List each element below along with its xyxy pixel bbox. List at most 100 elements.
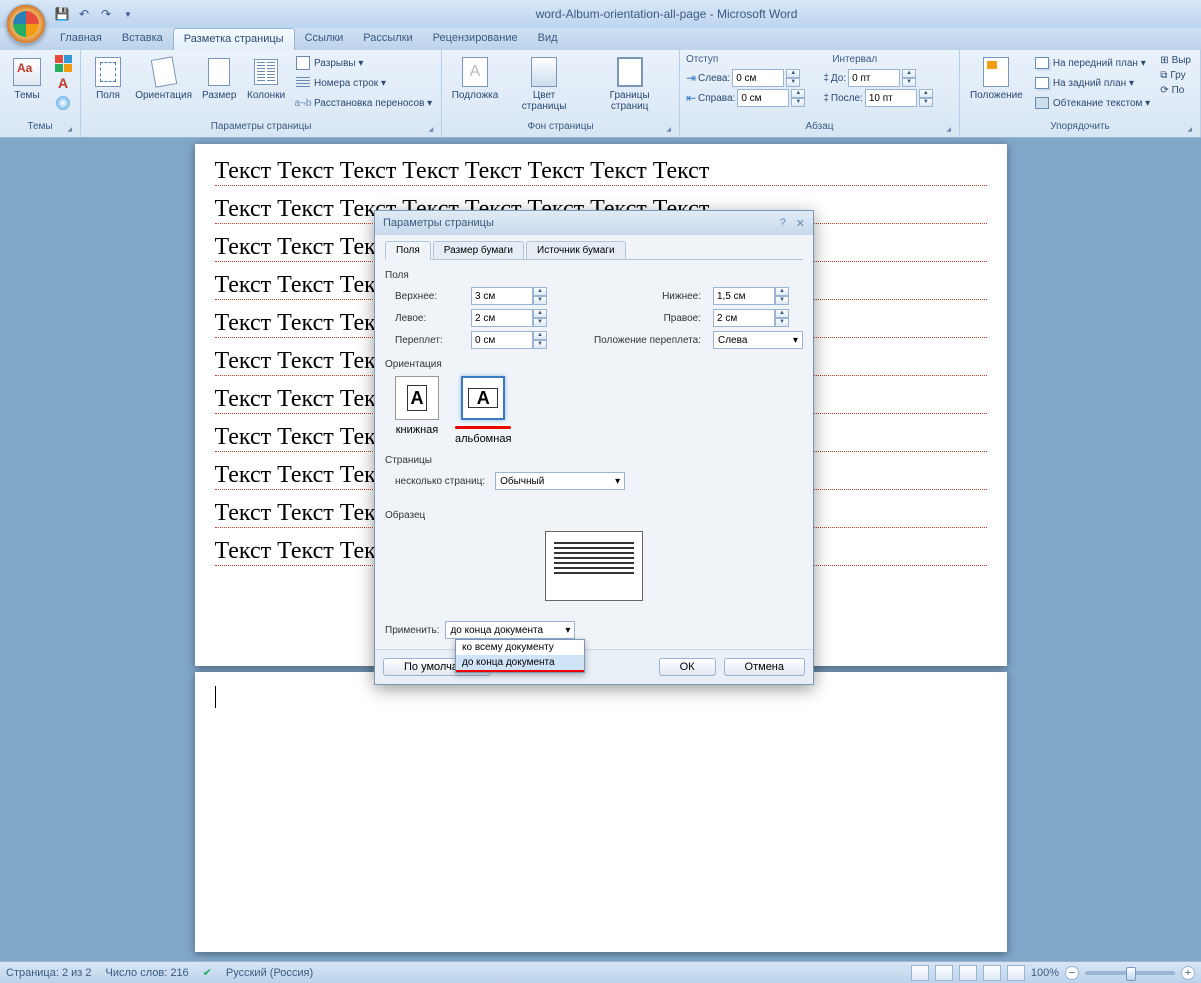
indent-left-input[interactable] [732, 69, 784, 87]
dlg-tab-margins[interactable]: Поля [385, 241, 431, 260]
status-page[interactable]: Страница: 2 из 2 [6, 967, 92, 979]
page-color-button[interactable]: Цвет страницы [506, 54, 582, 114]
apply-option-whole-doc[interactable]: ко всему документу [456, 640, 584, 655]
orientation-button[interactable]: Ориентация [133, 54, 194, 103]
orientation-portrait[interactable]: A книжная [395, 376, 439, 445]
tab-mailings[interactable]: Рассылки [353, 28, 422, 50]
tab-insert[interactable]: Вставка [112, 28, 173, 50]
indent-right-input[interactable] [737, 89, 789, 107]
ok-button[interactable]: ОК [659, 658, 716, 676]
redo-icon[interactable]: ↷ [98, 6, 114, 22]
margin-left-input[interactable] [471, 309, 533, 327]
spinner-up[interactable]: ▲ [533, 331, 547, 340]
dlg-tab-paper[interactable]: Размер бумаги [433, 241, 524, 259]
spinner-down[interactable]: ▼ [775, 318, 789, 327]
spinner-up[interactable]: ▲ [533, 287, 547, 296]
office-button[interactable] [6, 4, 46, 44]
theme-colors-button[interactable] [52, 54, 74, 72]
tab-review[interactable]: Рецензирование [423, 28, 528, 50]
text-line[interactable]: Текст Текст Текст Текст Текст Текст Текс… [215, 158, 987, 186]
zoom-in-button[interactable]: + [1181, 966, 1195, 980]
indent-right-icon: ⇤ [686, 91, 696, 105]
zoom-slider[interactable] [1085, 971, 1175, 975]
columns-button[interactable]: Колонки [244, 54, 288, 103]
undo-icon[interactable]: ↶ [76, 6, 92, 22]
theme-effects-button[interactable] [52, 94, 74, 112]
status-language[interactable]: Русский (Россия) [226, 967, 313, 979]
view-outline[interactable] [983, 965, 1001, 981]
spinner-up[interactable]: ▲ [775, 309, 789, 318]
line-numbers-button[interactable]: Номера строк ▾ [292, 74, 435, 92]
position-button[interactable]: Положение [966, 54, 1027, 103]
align-button[interactable]: ⊞ Выр [1157, 54, 1194, 67]
group-label-paragraph: Абзац [686, 119, 953, 135]
space-before-input[interactable] [848, 69, 900, 87]
watermark-button[interactable]: AПодложка [448, 54, 502, 103]
statusbar: Страница: 2 из 2 Число слов: 216 ✔ Русск… [0, 961, 1201, 983]
close-icon[interactable]: ✕ [796, 217, 805, 230]
gutter-position-select[interactable]: Слева▾ [713, 331, 803, 349]
chevron-down-icon: ▾ [615, 476, 620, 487]
apply-option-end-doc[interactable]: до конца документа [456, 655, 584, 672]
help-icon[interactable]: ? [780, 217, 786, 230]
margin-bottom-input[interactable] [713, 287, 775, 305]
dialog-titlebar[interactable]: Параметры страницы ? ✕ [375, 211, 813, 235]
spinner-down[interactable]: ▼ [533, 340, 547, 349]
breaks-button[interactable]: Разрывы ▾ [292, 54, 435, 72]
view-full-screen[interactable] [935, 965, 953, 981]
cancel-button[interactable]: Отмена [724, 658, 805, 676]
spinner-up[interactable]: ▲ [775, 287, 789, 296]
gutter-input[interactable] [471, 331, 533, 349]
send-back-button[interactable]: На задний план ▾ [1031, 74, 1153, 92]
spinner-up[interactable]: ▲ [919, 89, 933, 98]
text-wrap-button[interactable]: Обтекание текстом ▾ [1031, 94, 1153, 112]
proofing-icon[interactable]: ✔ [203, 966, 212, 979]
hyphenation-button[interactable]: a¬bРасстановка переносов ▾ [292, 94, 435, 112]
spinner-down[interactable]: ▼ [919, 98, 933, 107]
spinner-down[interactable]: ▼ [786, 78, 800, 87]
zoom-out-button[interactable]: − [1065, 966, 1079, 980]
page-2[interactable] [195, 672, 1007, 952]
themes-button[interactable]: Темы [6, 54, 48, 103]
tab-view[interactable]: Вид [528, 28, 568, 50]
view-web-layout[interactable] [959, 965, 977, 981]
spinner-up[interactable]: ▲ [533, 309, 547, 318]
spinner-down[interactable]: ▼ [533, 296, 547, 305]
space-after-input[interactable] [865, 89, 917, 107]
margin-right-input[interactable] [713, 309, 775, 327]
qat-dropdown-icon[interactable]: ▼ [120, 6, 136, 22]
bring-front-button[interactable]: На передний план ▾ [1031, 54, 1153, 72]
zoom-level[interactable]: 100% [1031, 967, 1059, 979]
dialog-title: Параметры страницы [383, 217, 494, 229]
orientation-landscape[interactable]: A альбомная [455, 376, 511, 445]
spinner-up[interactable]: ▲ [791, 89, 805, 98]
landscape-icon: A [468, 388, 498, 408]
spinner-up[interactable]: ▲ [786, 69, 800, 78]
tab-page-layout[interactable]: Разметка страницы [173, 28, 295, 50]
multi-pages-select[interactable]: Обычный▾ [495, 472, 625, 490]
group-button[interactable]: ⧉ Гру [1157, 69, 1194, 82]
spinner-down[interactable]: ▼ [902, 78, 916, 87]
dlg-tab-source[interactable]: Источник бумаги [526, 241, 626, 259]
margin-top-input[interactable] [471, 287, 533, 305]
label-right: Правое: [567, 313, 707, 324]
spinner-up[interactable]: ▲ [902, 69, 916, 78]
margins-button[interactable]: Поля [87, 54, 129, 103]
spinner-down[interactable]: ▼ [791, 98, 805, 107]
rotate-button[interactable]: ⟳ По [1157, 84, 1194, 97]
theme-fonts-button[interactable]: A [52, 74, 74, 92]
breaks-icon [296, 56, 310, 70]
page-borders-icon [617, 57, 643, 87]
apply-to-select[interactable]: до конца документа▾ [445, 621, 575, 639]
save-icon[interactable]: 💾 [54, 6, 70, 22]
status-words[interactable]: Число слов: 216 [106, 967, 189, 979]
spinner-down[interactable]: ▼ [775, 296, 789, 305]
spinner-down[interactable]: ▼ [533, 318, 547, 327]
size-button[interactable]: Размер [198, 54, 240, 103]
orientation-icon [150, 56, 177, 87]
view-print-layout[interactable] [911, 965, 929, 981]
tab-references[interactable]: Ссылки [295, 28, 354, 50]
view-draft[interactable] [1007, 965, 1025, 981]
page-borders-button[interactable]: Границы страниц [586, 54, 673, 114]
tab-home[interactable]: Главная [50, 28, 112, 50]
